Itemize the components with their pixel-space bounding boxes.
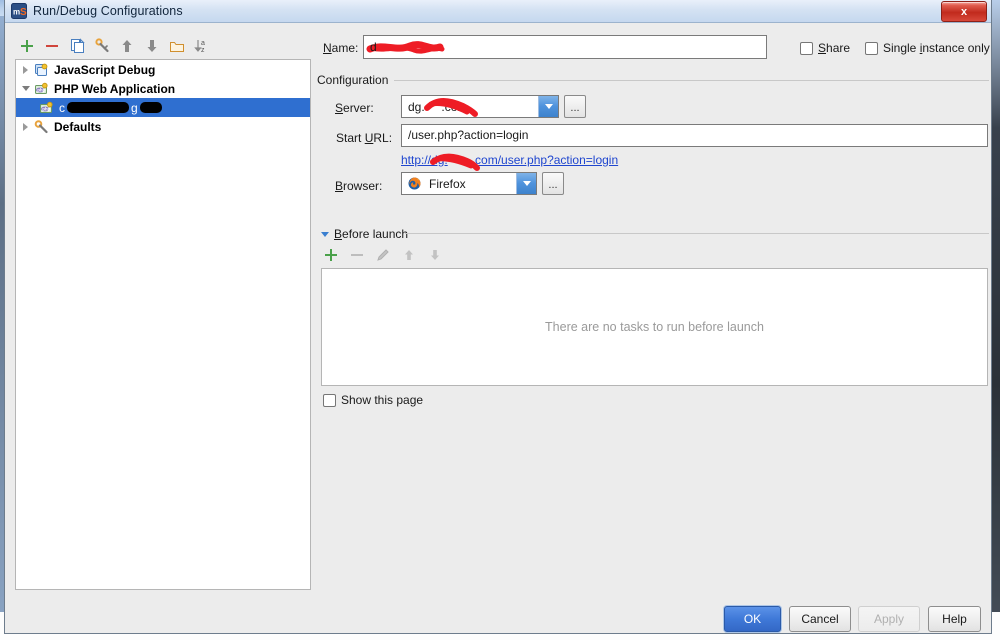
configurations-toolbar: a z — [14, 33, 310, 59]
configurations-tree[interactable]: JavaScript Debug php PHP Web Application — [15, 59, 311, 590]
tree-item-label: JavaScript Debug — [54, 63, 155, 77]
defaults-icon — [33, 119, 49, 135]
checkbox-box[interactable] — [800, 42, 813, 55]
redaction-bar — [67, 102, 129, 113]
tree-item-label-suffix: g — [131, 101, 138, 115]
svg-text:S: S — [20, 7, 27, 18]
screen: m S Run/Debug Configurations x — [0, 0, 1000, 640]
ok-button[interactable]: OK — [724, 606, 781, 632]
move-down-button[interactable] — [144, 38, 160, 54]
tree-item-defaults[interactable]: Defaults — [16, 117, 310, 136]
name-input[interactable]: d — [363, 35, 767, 59]
before-launch-header[interactable]: Before launch — [321, 227, 408, 241]
browser-combobox[interactable]: Firefox — [401, 172, 537, 195]
tree-item-javascript-debug[interactable]: JavaScript Debug — [16, 60, 310, 79]
help-button[interactable]: Help — [928, 606, 981, 632]
add-configuration-button[interactable] — [19, 38, 35, 54]
tree-item-label: c — [59, 101, 65, 115]
chevron-right-icon[interactable] — [20, 120, 33, 133]
cancel-button[interactable]: Cancel — [789, 606, 851, 632]
single-instance-checkbox[interactable]: Single instance only — [865, 41, 990, 55]
redaction-scribble — [366, 38, 486, 58]
task-move-up-button — [401, 247, 417, 263]
chevron-down-icon[interactable] — [20, 82, 33, 95]
share-checkbox[interactable]: Share — [800, 41, 850, 55]
server-browse-button[interactable]: ... — [564, 95, 586, 118]
tree-item-selected-configuration[interactable]: php c g — [16, 98, 310, 117]
chevron-down-icon[interactable] — [321, 232, 329, 237]
apply-button: Apply — [858, 606, 920, 632]
before-launch-task-list[interactable]: There are no tasks to run before launch — [321, 268, 988, 386]
server-combobox[interactable]: dg. .com — [401, 95, 559, 118]
before-launch-toolbar — [323, 244, 453, 266]
add-task-button[interactable] — [323, 247, 339, 263]
checkbox-box[interactable] — [323, 394, 336, 407]
svg-text:a: a — [201, 40, 205, 47]
single-instance-label: Single instance only — [883, 41, 990, 55]
before-launch-title: Before launch — [334, 227, 408, 241]
configuration-section-label: Configuration — [317, 73, 388, 87]
remove-task-button — [349, 247, 365, 263]
remove-configuration-button[interactable] — [44, 38, 60, 54]
php-config-icon: php — [38, 100, 54, 116]
tree-item-label: Defaults — [54, 120, 101, 134]
run-debug-configurations-dialog: m S Run/Debug Configurations x — [4, 0, 992, 634]
name-label: Name: — [323, 41, 358, 55]
chevron-right-icon[interactable] — [20, 63, 33, 76]
before-launch-separator — [405, 233, 989, 234]
copy-configuration-button[interactable] — [69, 38, 85, 54]
sort-configurations-button[interactable]: a z — [194, 38, 210, 54]
javascript-debug-icon — [33, 62, 49, 78]
tree-item-php-web-application[interactable]: php PHP Web Application — [16, 79, 310, 98]
chevron-down-icon[interactable] — [538, 96, 558, 117]
svg-text:z: z — [201, 47, 205, 54]
php-web-application-icon: php — [33, 81, 49, 97]
show-this-page-label: Show this page — [341, 393, 423, 407]
edit-templates-button[interactable] — [94, 38, 110, 54]
configuration-section-header: Configuration — [317, 73, 989, 87]
share-label: Share — [818, 41, 850, 55]
browser-browse-button[interactable]: ... — [542, 172, 564, 195]
task-move-down-button — [427, 247, 443, 263]
chevron-down-icon[interactable] — [516, 173, 536, 194]
close-icon[interactable]: x — [941, 1, 987, 22]
move-up-button[interactable] — [119, 38, 135, 54]
server-value: dg. .com — [402, 100, 538, 114]
dialog-title: Run/Debug Configurations — [33, 4, 183, 18]
edit-task-button — [375, 247, 391, 263]
server-label: Server: — [335, 101, 374, 115]
show-this-page-checkbox[interactable]: Show this page — [323, 393, 423, 407]
start-url-preview-link[interactable]: http://dg.xxxx.com/user.php?action=login — [401, 153, 618, 167]
browser-value: Firefox — [424, 177, 516, 191]
phpstorm-icon: m S — [11, 3, 27, 19]
redaction-bar — [140, 102, 162, 113]
create-folder-button[interactable] — [169, 38, 185, 54]
start-url-label: Start URL: — [336, 131, 392, 145]
name-value-visible: d — [370, 40, 377, 54]
firefox-icon — [407, 176, 424, 192]
browser-label: Browser: — [335, 179, 382, 193]
tree-item-label: PHP Web Application — [54, 82, 175, 96]
start-url-input[interactable]: /user.php?action=login — [401, 124, 988, 147]
dialog-titlebar: m S Run/Debug Configurations x — [5, 0, 991, 23]
checkbox-box[interactable] — [865, 42, 878, 55]
empty-task-message: There are no tasks to run before launch — [545, 320, 764, 334]
